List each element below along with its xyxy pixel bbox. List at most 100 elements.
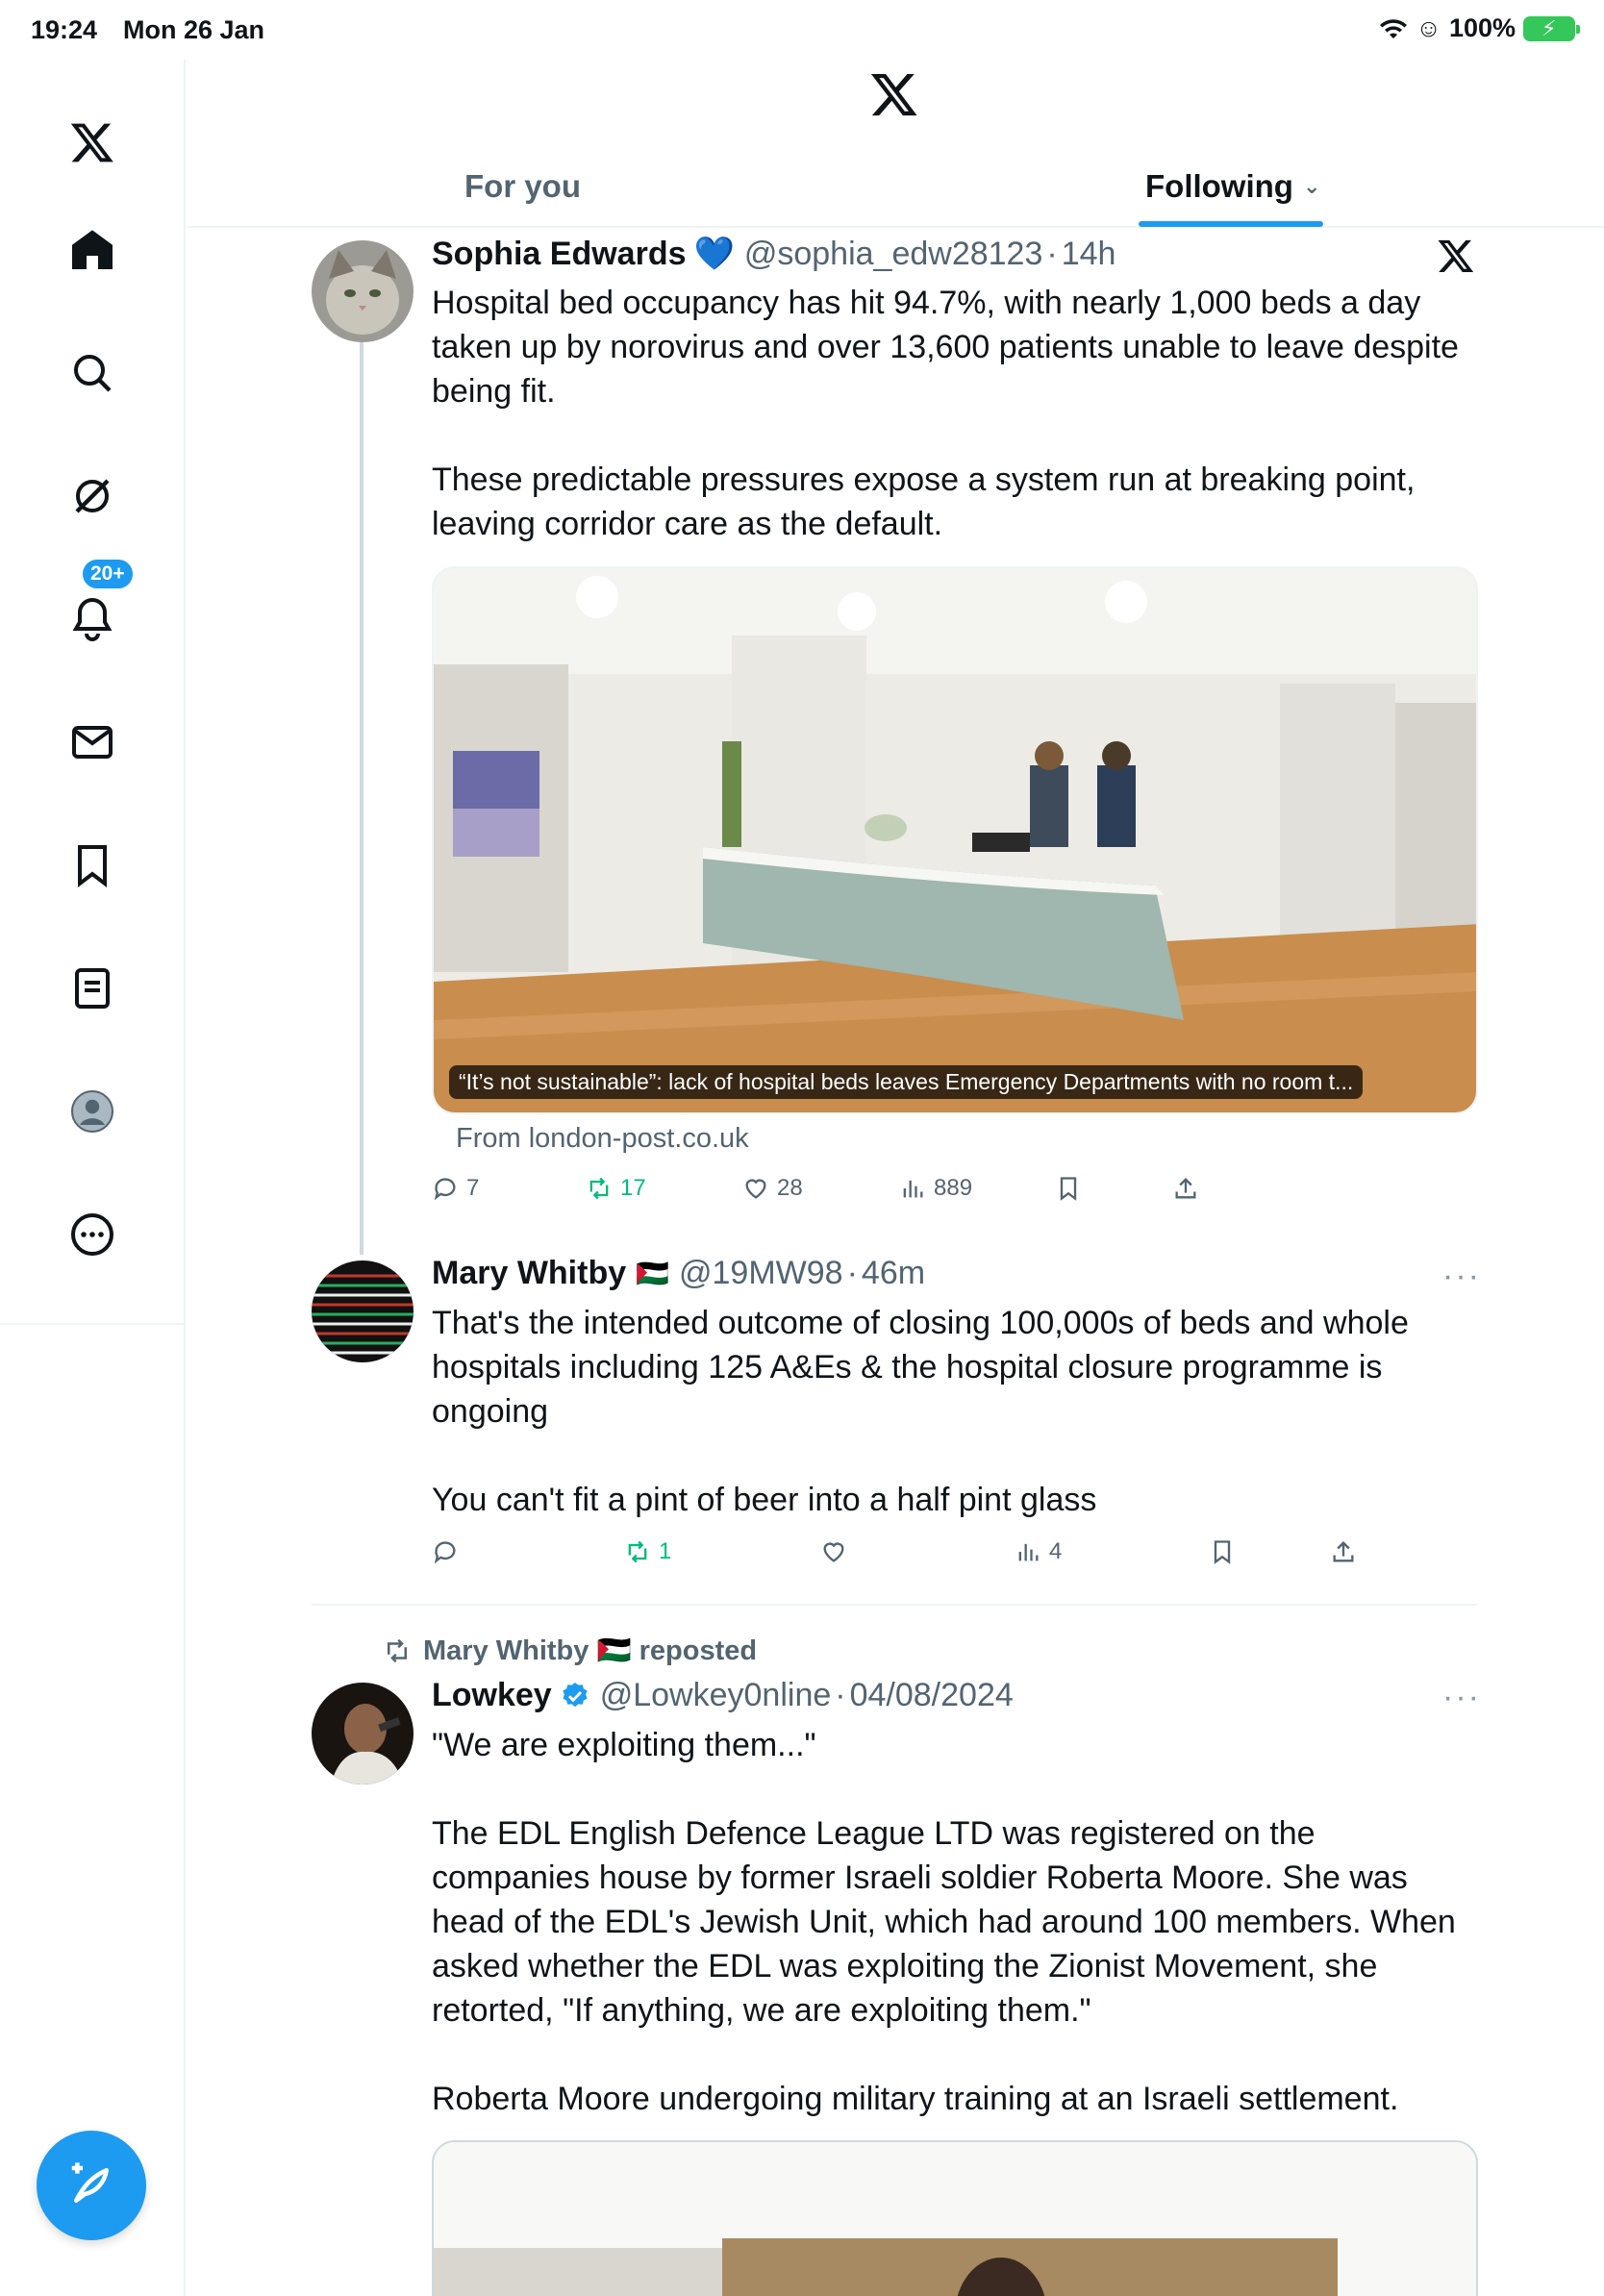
author-name[interactable]: Lowkey: [432, 1677, 552, 1714]
lowkey-avatar-icon: [312, 1683, 414, 1784]
repost-count: 1: [659, 1538, 672, 1564]
sidebar-divider: [0, 1323, 186, 1325]
blue-heart-emoji: 💙: [693, 236, 735, 272]
bookmark-button[interactable]: [1209, 1538, 1236, 1565]
separator-dot: ·: [835, 1677, 846, 1713]
separator-dot: ·: [1046, 235, 1058, 272]
tweet-time[interactable]: 14h: [1062, 236, 1116, 273]
reply-icon: [434, 1541, 456, 1564]
author-name[interactable]: Sophia Edwards: [432, 236, 687, 273]
views-button[interactable]: 4: [1015, 1538, 1062, 1565]
compose-feather-icon: [71, 2162, 109, 2203]
link-card[interactable]: “It’s not sustainable”: lack of hospital…: [432, 566, 1478, 1114]
like-count: 28: [777, 1175, 803, 1201]
chevron-down-icon: ⌄: [1302, 173, 1321, 198]
tweet-header: Sophia Edwards 💙 @sophia_edw28123 · 14h: [432, 235, 1115, 273]
view-count: 889: [934, 1175, 973, 1201]
repost-count: 17: [620, 1175, 646, 1201]
profile-avatar-icon[interactable]: [60, 1079, 125, 1144]
more-dots-icon[interactable]: ···: [1442, 1679, 1481, 1716]
author-name[interactable]: Mary Whitby: [432, 1255, 626, 1292]
tweet-header: Mary Whitby 🇵🇸 @19MW98 · 46m: [432, 1255, 925, 1292]
repost-icon: [589, 1177, 609, 1200]
status-bar: 19:24 Mon 26 Jan ☺ 100% ⚡: [0, 0, 1604, 60]
status-date: Mon 26 Jan: [123, 15, 265, 44]
wifi-icon: [1380, 18, 1408, 38]
tweet-text: That's the intended outcome of closing 1…: [432, 1305, 1409, 1518]
military-training-photo: [434, 2142, 1476, 2296]
all-eyes-on-gaza-avatar-icon: [312, 1260, 414, 1362]
notifications-badge: 20+: [81, 558, 135, 590]
tweet-text: Hospital bed occupancy has hit 94.7%, wi…: [432, 285, 1459, 542]
grok-x-icon[interactable]: [1437, 237, 1479, 279]
status-right: ☺ 100% ⚡: [1379, 13, 1580, 43]
share-button[interactable]: [1172, 1175, 1199, 1202]
tweet-divider: [312, 1604, 1477, 1606]
tweet-time[interactable]: 04/08/2024: [850, 1677, 1014, 1714]
more-options-icon[interactable]: [60, 1202, 125, 1267]
card-caption: “It’s not sustainable”: lack of hospital…: [449, 1065, 1364, 1099]
like-button[interactable]: 28: [742, 1175, 803, 1202]
status-time: 19:24: [31, 15, 98, 44]
share-icon: [1333, 1541, 1354, 1562]
tab-following-label: Following: [1145, 167, 1293, 204]
repost-button[interactable]: 1: [624, 1538, 671, 1565]
tweet-time[interactable]: 46m: [862, 1255, 925, 1292]
search-icon[interactable]: [60, 340, 125, 406]
share-button[interactable]: [1330, 1538, 1357, 1565]
views-chart-icon: [1018, 1543, 1039, 1561]
messages-icon[interactable]: [60, 710, 125, 775]
author-handle[interactable]: @sophia_edw28123: [744, 236, 1043, 273]
view-count: 4: [1049, 1538, 1063, 1564]
card-source[interactable]: From london-post.co.uk: [456, 1123, 749, 1155]
tweet-actions: 1 4: [432, 1538, 1393, 1577]
home-icon[interactable]: [60, 217, 125, 283]
sidebar: 20+: [0, 60, 186, 2296]
grok-icon[interactable]: [60, 463, 125, 529]
active-tab-indicator: [1139, 221, 1323, 227]
notifications-bell-icon[interactable]: [60, 586, 125, 652]
timeline-tabs: For you Following ⌄: [188, 144, 1604, 228]
more-dots-icon[interactable]: ···: [1442, 1258, 1481, 1295]
thread-connector-line: [360, 337, 363, 1255]
repost-label: Mary Whitby 🇵🇸 reposted: [423, 1635, 758, 1666]
avatar[interactable]: [312, 1683, 414, 1784]
x-logo-icon[interactable]: [60, 110, 125, 175]
tab-following[interactable]: Following ⌄: [1145, 144, 1320, 228]
reply-button[interactable]: 7: [432, 1175, 479, 1202]
lists-icon[interactable]: [60, 956, 125, 1021]
views-button[interactable]: 889: [899, 1175, 972, 1202]
bookmark-icon: [1060, 1177, 1077, 1201]
repost-icon: [628, 1540, 647, 1563]
cat-avatar-icon: [312, 240, 414, 342]
views-chart-icon: [903, 1180, 923, 1198]
tweet-header: Lowkey @Lowkey0nline · 04/08/2024: [432, 1677, 1014, 1714]
bookmark-icon: [1214, 1540, 1231, 1564]
tab-for-you[interactable]: For you: [464, 144, 581, 228]
focus-smiley-icon: ☺: [1416, 13, 1441, 42]
repost-indicator[interactable]: Mary Whitby 🇵🇸 reposted: [383, 1635, 757, 1667]
tab-for-you-label: For you: [464, 167, 581, 204]
like-button[interactable]: [820, 1538, 855, 1565]
battery-icon: ⚡: [1523, 15, 1580, 41]
reply-icon: [434, 1178, 456, 1201]
separator-dot: ·: [846, 1255, 858, 1291]
author-handle[interactable]: @Lowkey0nline: [600, 1677, 832, 1714]
author-handle[interactable]: @19MW98: [679, 1255, 843, 1292]
reply-count: 7: [466, 1175, 480, 1201]
compose-post-button[interactable]: [37, 2131, 146, 2240]
repost-button[interactable]: 17: [586, 1175, 646, 1202]
heart-icon: [745, 1179, 766, 1199]
bookmark-button[interactable]: [1055, 1175, 1082, 1202]
x-header-logo-icon[interactable]: [869, 69, 919, 119]
palestine-flag-emoji: 🇵🇸: [636, 1259, 669, 1288]
avatar[interactable]: [312, 240, 414, 342]
tweet-text: "We are exploiting them..." The EDL Engl…: [432, 1727, 1456, 2117]
reply-button[interactable]: [432, 1538, 466, 1565]
avatar[interactable]: [312, 1260, 414, 1362]
tweet-media-image[interactable]: [432, 2140, 1478, 2296]
battery-percent: 100%: [1448, 13, 1516, 42]
share-icon: [1175, 1178, 1196, 1199]
bookmarks-icon[interactable]: [60, 833, 125, 898]
repost-small-icon: [388, 1638, 407, 1663]
